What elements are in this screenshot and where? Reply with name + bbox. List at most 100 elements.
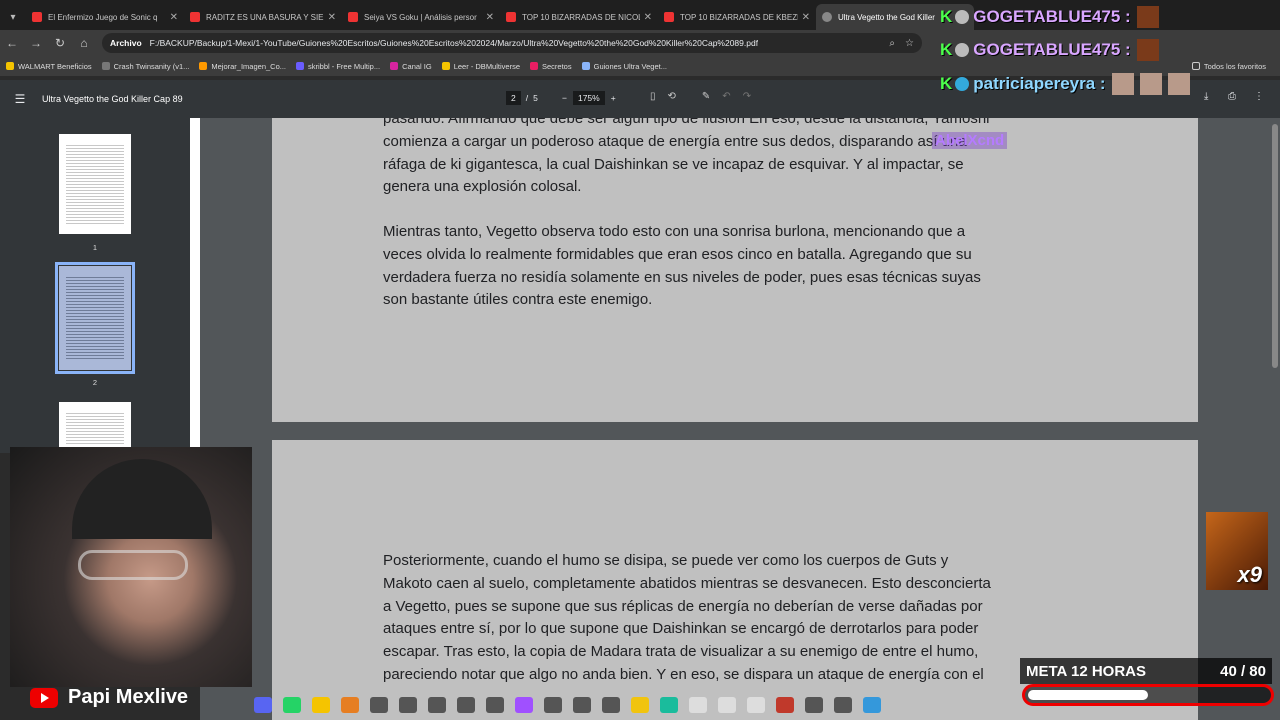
taskbar	[250, 692, 890, 718]
app-icon[interactable]	[370, 697, 388, 713]
zoom-in-button[interactable]: +	[611, 93, 616, 103]
bookmark-item[interactable]: Guiones Ultra Veget...	[581, 61, 667, 71]
discord-icon[interactable]	[254, 697, 272, 713]
browser-tab[interactable]: Seiya VS Goku | Análisis persor ✕	[342, 4, 500, 30]
tab-title: RADITZ ES UNA BASURA Y SIE	[206, 12, 324, 22]
bookmark-item[interactable]: Crash Twinsanity (v1...	[101, 62, 189, 71]
redo-icon[interactable]: ↷	[743, 91, 751, 102]
app-icon[interactable]	[805, 697, 823, 713]
print-icon[interactable]: ⎙	[1228, 91, 1236, 102]
app-icon[interactable]	[399, 697, 417, 713]
thumbnail-page-1[interactable]	[59, 134, 131, 234]
notes-icon[interactable]	[631, 697, 649, 713]
app-icon[interactable]	[457, 697, 475, 713]
browser-tab[interactable]: El Enfermizo Juego de Sonic q ✕	[26, 4, 184, 30]
close-icon[interactable]: ✕	[486, 12, 494, 23]
fit-page-icon[interactable]: ▯	[650, 91, 656, 102]
streamer-name: Papi Mexlive	[68, 686, 189, 708]
text-line: Posteriormente, cuando el humo se disipa…	[383, 552, 949, 569]
thumbnail-page-2[interactable]	[55, 262, 135, 374]
tab-favicon-icon	[664, 12, 674, 22]
glasses-shape	[78, 550, 188, 580]
text-line: a Vegetto, pues se supone que sus réplic…	[383, 597, 983, 615]
app-icon[interactable]	[602, 697, 620, 713]
app-icon[interactable]	[486, 697, 504, 713]
undo-icon[interactable]: ↶	[722, 91, 730, 102]
goal-progress-bar	[1022, 684, 1274, 706]
browser-tab[interactable]: RADITZ ES UNA BASURA Y SIE ✕	[184, 4, 342, 30]
close-icon[interactable]: ✕	[644, 12, 652, 23]
kick-icon: K	[940, 74, 953, 93]
reload-icon[interactable]: ↻	[48, 36, 72, 50]
whatsapp-icon[interactable]	[283, 697, 301, 713]
document-icon[interactable]	[689, 697, 707, 713]
bookmark-item[interactable]: WALMART Beneficios	[6, 62, 92, 71]
bookmark-item[interactable]: Secretos	[530, 62, 572, 71]
menu-icon[interactable]: ☰	[0, 92, 40, 106]
viewer-scrollbar[interactable]	[1272, 124, 1278, 368]
app-icon[interactable]	[660, 697, 678, 713]
bookmark-label: Guiones Ultra Veget...	[593, 61, 667, 71]
rotate-icon[interactable]: ⟲	[668, 91, 676, 102]
bookmark-item[interactable]: skribbl - Free Multip...	[296, 62, 380, 71]
annotate-icon[interactable]: ✎	[702, 91, 710, 102]
browser-tab[interactable]: TOP 10 BIZARRADAS DE NICOL ✕	[500, 4, 658, 30]
home-icon[interactable]: ⌂	[72, 36, 96, 50]
thumbnail-page-3[interactable]	[59, 402, 131, 453]
page-separator: /	[525, 93, 529, 103]
app-icon[interactable]	[573, 697, 591, 713]
chat-overlay-name: AbelXcnd	[932, 132, 1008, 149]
app-icon[interactable]	[515, 697, 533, 713]
app-icon[interactable]	[863, 697, 881, 713]
download-icon[interactable]: ⤓	[1204, 91, 1208, 102]
url-text[interactable]: F:/BACKUP/Backup/1-Mexi/1-YouTube/Guione…	[150, 38, 758, 48]
bookmark-item[interactable]: Canal IG	[390, 62, 432, 71]
tab-favicon-icon	[32, 12, 42, 22]
document-icon[interactable]	[718, 697, 736, 713]
zoom-out-button[interactable]: −	[562, 93, 567, 103]
paragraph: Mientras tanto, Vegetto observa todo est…	[383, 221, 1083, 312]
tab-search-icon[interactable]: ▾	[0, 4, 26, 30]
url-field[interactable]: Archivo F:/BACKUP/Backup/1-Mexi/1-YouTub…	[102, 33, 922, 53]
bookmark-icon	[530, 62, 538, 70]
zoom-icon[interactable]: ⌕	[889, 38, 895, 49]
bookmark-icon	[296, 62, 304, 70]
app-icon[interactable]	[544, 697, 562, 713]
app-icon[interactable]	[776, 697, 794, 713]
thumbnail-sidebar: 1 2	[0, 118, 200, 453]
kick-icon: K	[940, 40, 953, 59]
text-line: veces olvida lo realmente formidables qu…	[383, 245, 972, 263]
close-icon[interactable]: ✕	[170, 12, 178, 23]
bookmark-item[interactable]: Mejorar_Imagen_Co...	[199, 62, 286, 71]
sidebar-scrollbar[interactable]	[190, 118, 200, 453]
bookmark-label: Canal IG	[402, 61, 432, 71]
browser-tab[interactable]: TOP 10 BIZARRADAS DE KBEZL ✕	[658, 4, 816, 30]
page-input[interactable]: 2	[506, 91, 521, 105]
zoom-value[interactable]: 175%	[572, 91, 605, 105]
emote-icon	[1136, 39, 1159, 61]
close-icon[interactable]: ✕	[802, 12, 810, 23]
forward-icon[interactable]: →	[24, 36, 48, 50]
settings-icon[interactable]	[834, 697, 852, 713]
bookmark-icon	[441, 62, 450, 70]
folder-icon[interactable]	[312, 697, 330, 713]
close-icon[interactable]: ✕	[328, 12, 336, 23]
bookmark-item[interactable]: Leer - DBMultiverse	[441, 62, 520, 71]
bookmark-icon	[101, 62, 110, 70]
back-icon[interactable]: ←	[0, 36, 24, 50]
browser-icon[interactable]	[341, 697, 359, 713]
kick-icon: K	[940, 7, 953, 26]
chat-message: K GOGETABLUE475 :	[940, 6, 1159, 28]
text-line: ataques entre sí, por lo que supone que …	[383, 620, 979, 638]
text-line: Makoto caen al suelo, completamente abat…	[383, 574, 991, 592]
all-bookmarks[interactable]: Todos los favoritos	[1191, 62, 1266, 71]
file-chip[interactable]: Archivo	[110, 38, 142, 48]
star-icon[interactable]: ☆	[905, 38, 914, 49]
pdf-viewer: pasando. Afirmando que debe ser algún ti…	[200, 118, 1280, 720]
document-icon[interactable]	[747, 697, 765, 713]
page-control: 2 / 5	[506, 91, 538, 105]
more-icon[interactable]: ⋮	[1254, 91, 1264, 102]
app-icon[interactable]	[428, 697, 446, 713]
thumbnail-number: 2	[92, 378, 98, 387]
gift-alert: x9	[1206, 512, 1268, 590]
